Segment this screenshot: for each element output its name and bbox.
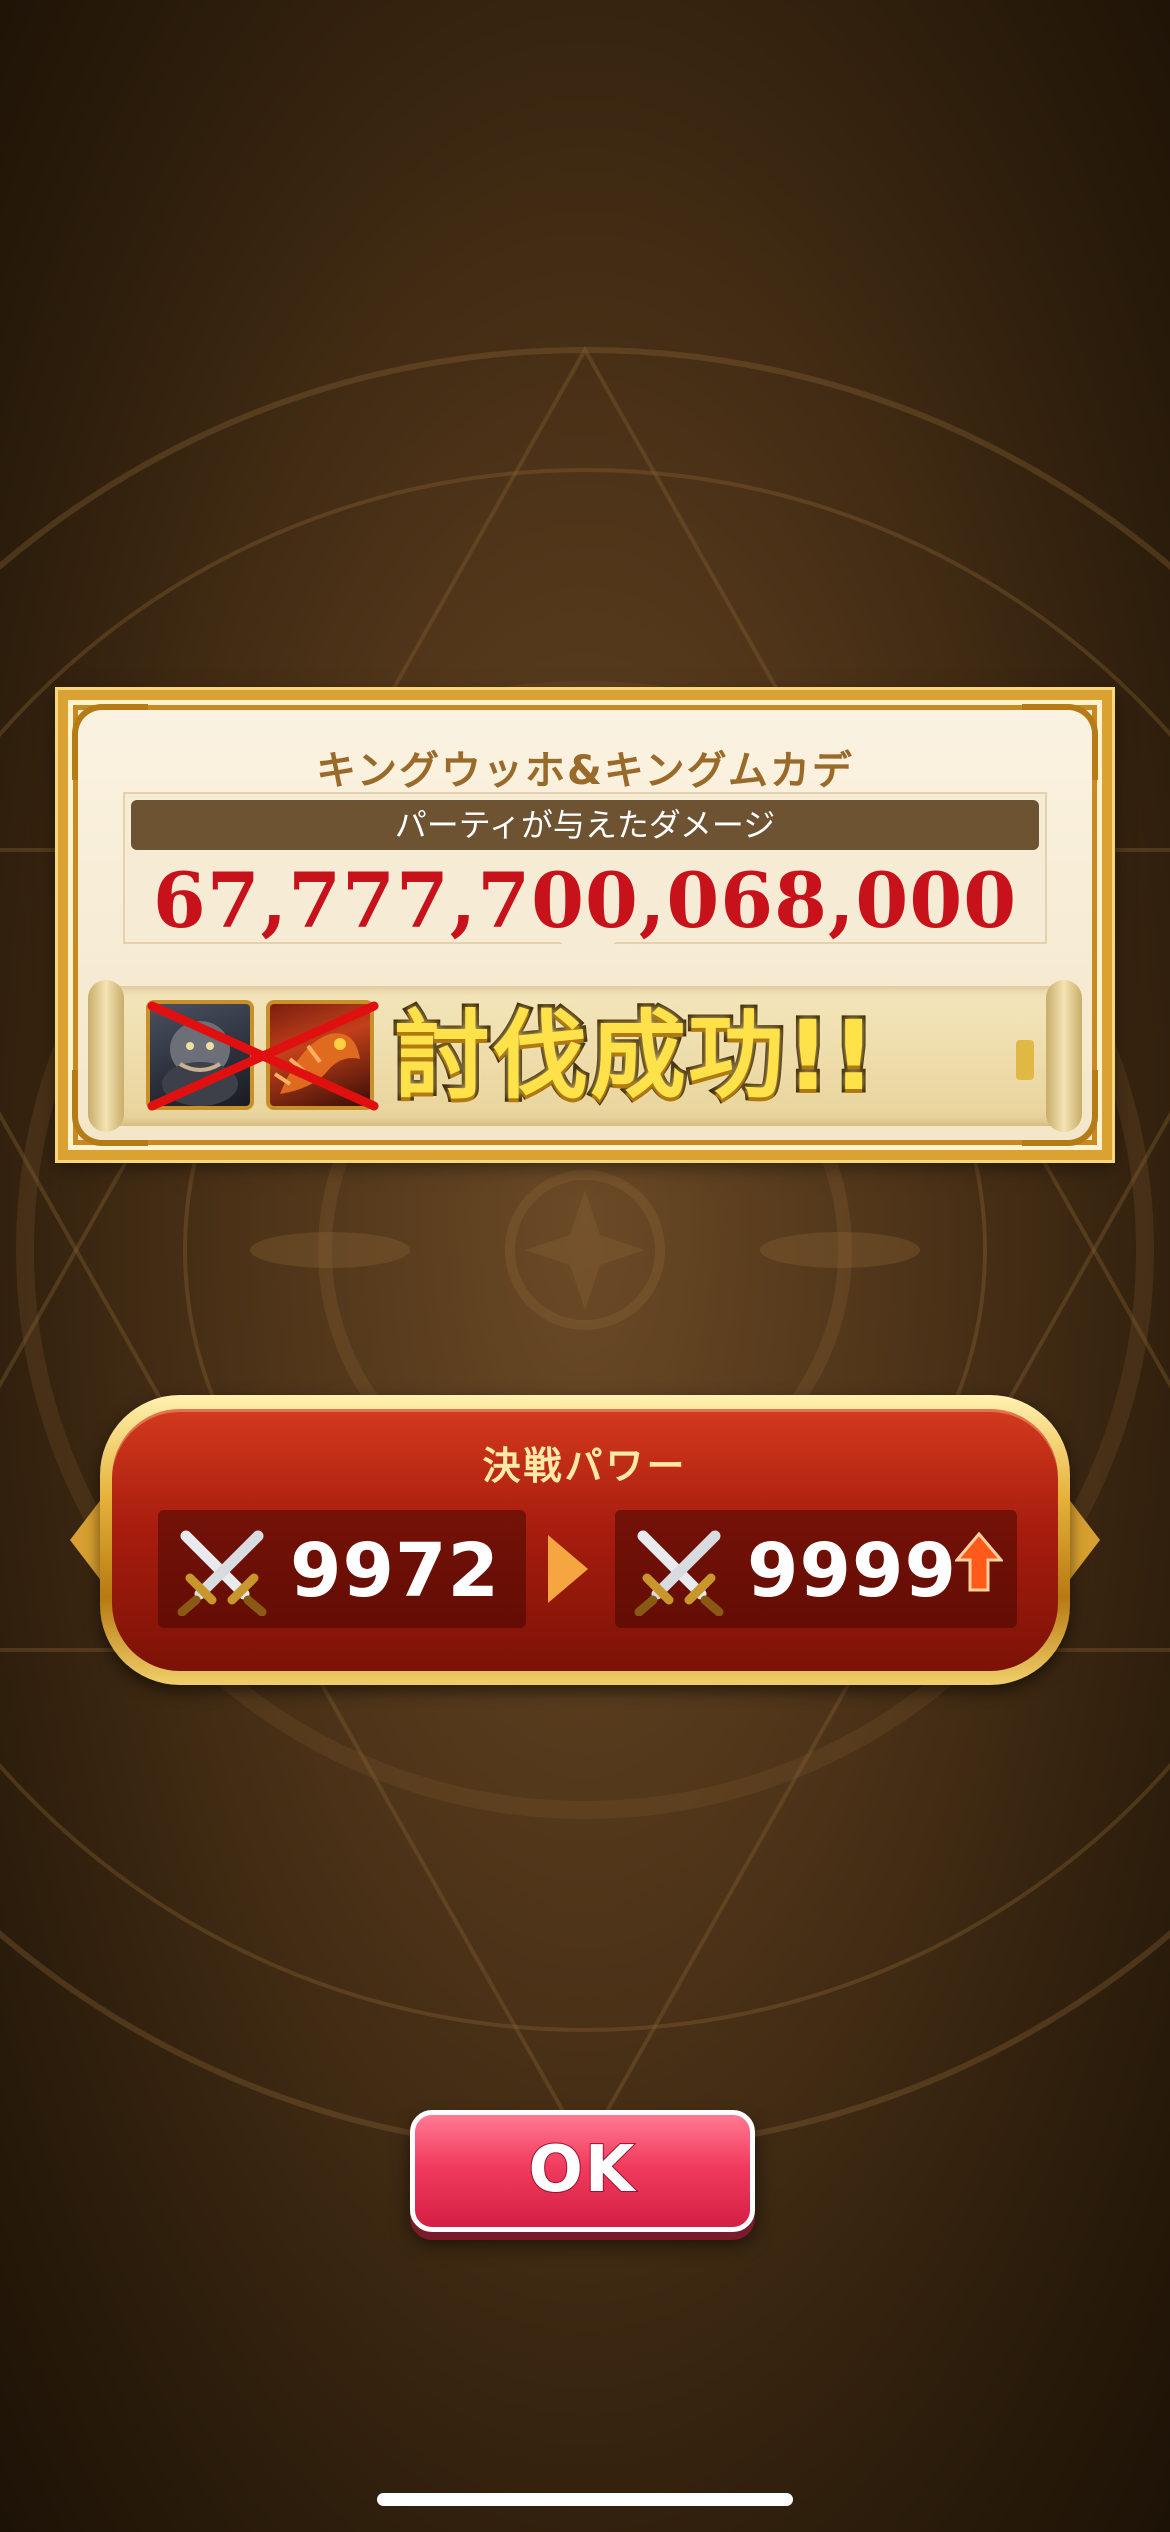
up-arrow-icon <box>955 1532 1003 1592</box>
scroll-roll-left <box>88 980 124 1132</box>
power-after-value: 9999 <box>747 1528 957 1614</box>
defeat-success-text: 討伐成功!! <box>391 997 880 1116</box>
enemy-name: キングウッホ&キングムカデ <box>316 748 854 794</box>
defeat-scroll-banner: 討伐成功!! <box>88 980 1082 1132</box>
crossed-swords-icon <box>634 1530 724 1616</box>
crossed-swords-icon <box>177 1530 267 1616</box>
defeat-result-panel: キングウッホ&キングムカデ パーティが与えたダメージ 67,777,700,06… <box>58 690 1112 1160</box>
speech-pointer <box>558 940 618 966</box>
power-after-box: 9999 <box>615 1510 1017 1628</box>
damage-value: 67,777,700,068,000 <box>152 856 1018 945</box>
battle-power-panel: 決戦パワー 9972 9999 <box>70 1395 1100 1685</box>
scroll-tag-decoration <box>1016 1040 1034 1080</box>
ok-button[interactable]: OK <box>410 2110 755 2232</box>
damage-box: パーティが与えたダメージ 67,777,700,068,000 <box>123 792 1047 945</box>
home-indicator[interactable] <box>377 2493 793 2506</box>
power-before-box: 9972 <box>158 1510 526 1628</box>
damage-label: パーティが与えたダメージ <box>131 800 1039 850</box>
arrow-right-icon <box>548 1535 588 1603</box>
power-title: 決戦パワー <box>482 1444 688 1488</box>
scroll-roll-right <box>1046 980 1082 1132</box>
defeated-x-mark <box>147 1001 379 1111</box>
power-before-value: 9972 <box>290 1528 500 1614</box>
